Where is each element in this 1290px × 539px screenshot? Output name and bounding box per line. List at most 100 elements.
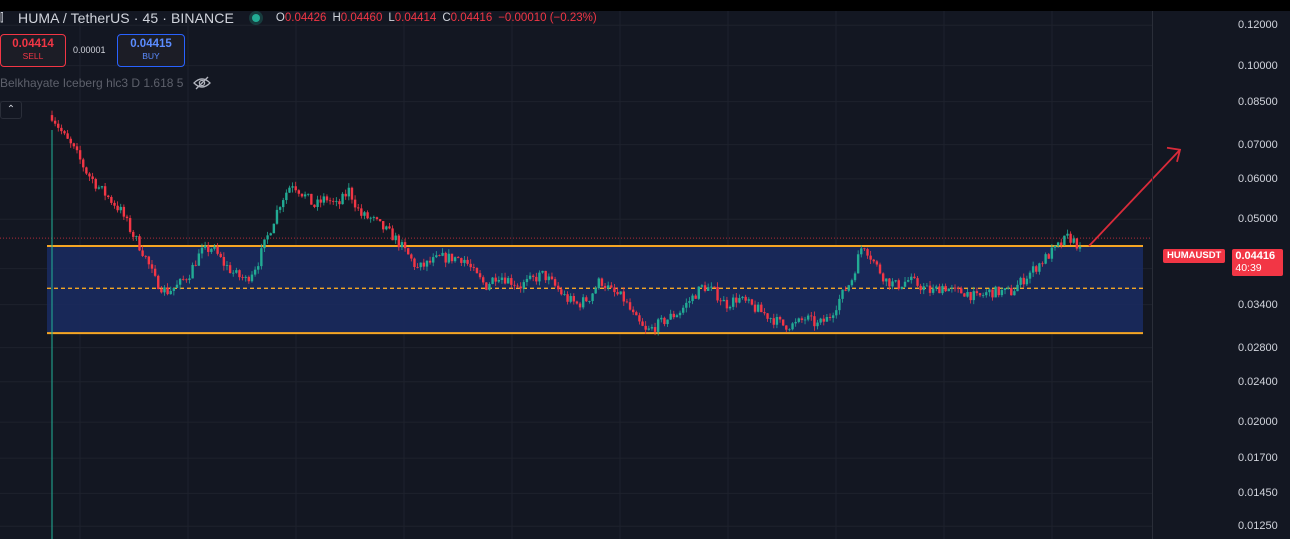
candle-body xyxy=(432,257,435,263)
candle-body xyxy=(569,296,572,302)
candle-body xyxy=(616,292,619,295)
candle-body xyxy=(978,293,982,296)
indicator-legend[interactable]: Belkhayate Iceberg hlc3 D 1.618 5 xyxy=(0,76,212,90)
candle-body xyxy=(138,236,141,251)
eye-hidden-icon[interactable] xyxy=(193,76,212,90)
candle-body xyxy=(785,325,788,330)
candle-body xyxy=(97,187,101,189)
candle-body xyxy=(78,150,82,160)
candle-body xyxy=(457,257,460,259)
candle-body xyxy=(360,208,363,216)
candle-body xyxy=(710,286,713,288)
candle-body xyxy=(338,201,341,205)
candle-body xyxy=(100,186,104,188)
candle-body xyxy=(603,285,607,289)
candle-body xyxy=(872,259,875,262)
candle-body xyxy=(1050,247,1054,259)
candle-body xyxy=(363,212,366,216)
candle-body xyxy=(719,300,722,302)
candle-body xyxy=(681,307,685,313)
collapse-legend-button[interactable]: ⌃ xyxy=(0,101,22,119)
candle-body xyxy=(672,313,675,318)
candle-body xyxy=(266,235,269,240)
candle-body xyxy=(178,278,182,285)
candle-body xyxy=(132,231,135,237)
candle-body xyxy=(803,319,807,321)
candle-body xyxy=(319,199,322,203)
candle-body xyxy=(372,217,376,219)
candle-body xyxy=(188,278,191,281)
candle-body xyxy=(250,274,254,282)
candle-body xyxy=(416,266,419,268)
candle-body xyxy=(253,269,257,275)
candle-body xyxy=(503,277,507,284)
buy-button[interactable]: 0.04415 BUY xyxy=(117,34,185,67)
candle-body xyxy=(963,293,966,297)
candle-body xyxy=(278,207,282,210)
candle-body xyxy=(594,288,597,294)
sell-label: SELL xyxy=(22,51,44,61)
candle-body xyxy=(219,253,222,258)
candle-body xyxy=(725,299,729,309)
candle-body xyxy=(966,292,969,297)
candle-body xyxy=(722,299,725,302)
candle-body xyxy=(388,226,391,229)
candle-body xyxy=(397,235,401,248)
price-tick: 0.02400 xyxy=(1238,375,1278,388)
candle-body xyxy=(741,296,744,299)
sell-button[interactable]: 0.04414 SELL xyxy=(0,34,66,67)
candle-icon: ⫿ xyxy=(0,12,4,24)
candle-body xyxy=(53,120,57,124)
candle-body xyxy=(413,258,416,267)
candle-body xyxy=(622,291,626,302)
candle-body xyxy=(941,285,944,294)
candle-body xyxy=(310,193,313,205)
candle-body xyxy=(422,262,426,267)
candle-body xyxy=(700,285,704,287)
candle-body xyxy=(750,299,754,305)
candle-body xyxy=(625,301,629,303)
candle-body xyxy=(544,270,547,281)
candle-body xyxy=(497,280,501,282)
candle-body xyxy=(282,200,285,208)
candle-body xyxy=(931,288,935,293)
price-tick: 0.03400 xyxy=(1238,298,1278,311)
candle-body xyxy=(144,255,147,257)
candle-body xyxy=(88,173,91,177)
candle-body xyxy=(935,286,938,289)
indicator-name[interactable]: Belkhayate Iceberg hlc3 D 1.618 5 xyxy=(0,76,183,90)
candle-body xyxy=(147,256,151,265)
candle-body xyxy=(772,318,775,325)
candle-body xyxy=(897,280,900,289)
candle-body xyxy=(191,264,194,279)
candle-body xyxy=(263,239,266,249)
candle-body xyxy=(225,265,229,266)
candle-body xyxy=(400,242,404,248)
candle-body xyxy=(713,286,716,288)
candle-body xyxy=(516,285,519,287)
candle-body xyxy=(185,279,188,281)
candle-body xyxy=(213,246,216,249)
candle-body xyxy=(947,288,950,292)
candle-body xyxy=(550,276,554,280)
candle-body xyxy=(506,278,510,284)
candle-body xyxy=(660,317,663,320)
candle-body xyxy=(760,304,763,313)
candle-body xyxy=(341,193,344,205)
candle-body xyxy=(1066,233,1069,236)
candle-body xyxy=(997,286,1000,296)
candle-body xyxy=(644,325,647,330)
candle-body xyxy=(813,316,816,327)
candle-body xyxy=(894,280,897,282)
candle-body xyxy=(641,321,644,326)
symbol-title[interactable]: HUMA / TetherUS · 45 · BINANCE xyxy=(18,10,234,26)
candle-body xyxy=(788,329,791,331)
candle-body xyxy=(172,287,176,291)
candle-body xyxy=(738,298,741,303)
symbol-tag: HUMAUSDT xyxy=(1163,249,1226,263)
candle-body xyxy=(766,313,769,319)
candle-body xyxy=(675,315,679,318)
candle-body xyxy=(69,138,72,144)
candle-body xyxy=(513,284,516,286)
candle-body xyxy=(313,204,316,207)
